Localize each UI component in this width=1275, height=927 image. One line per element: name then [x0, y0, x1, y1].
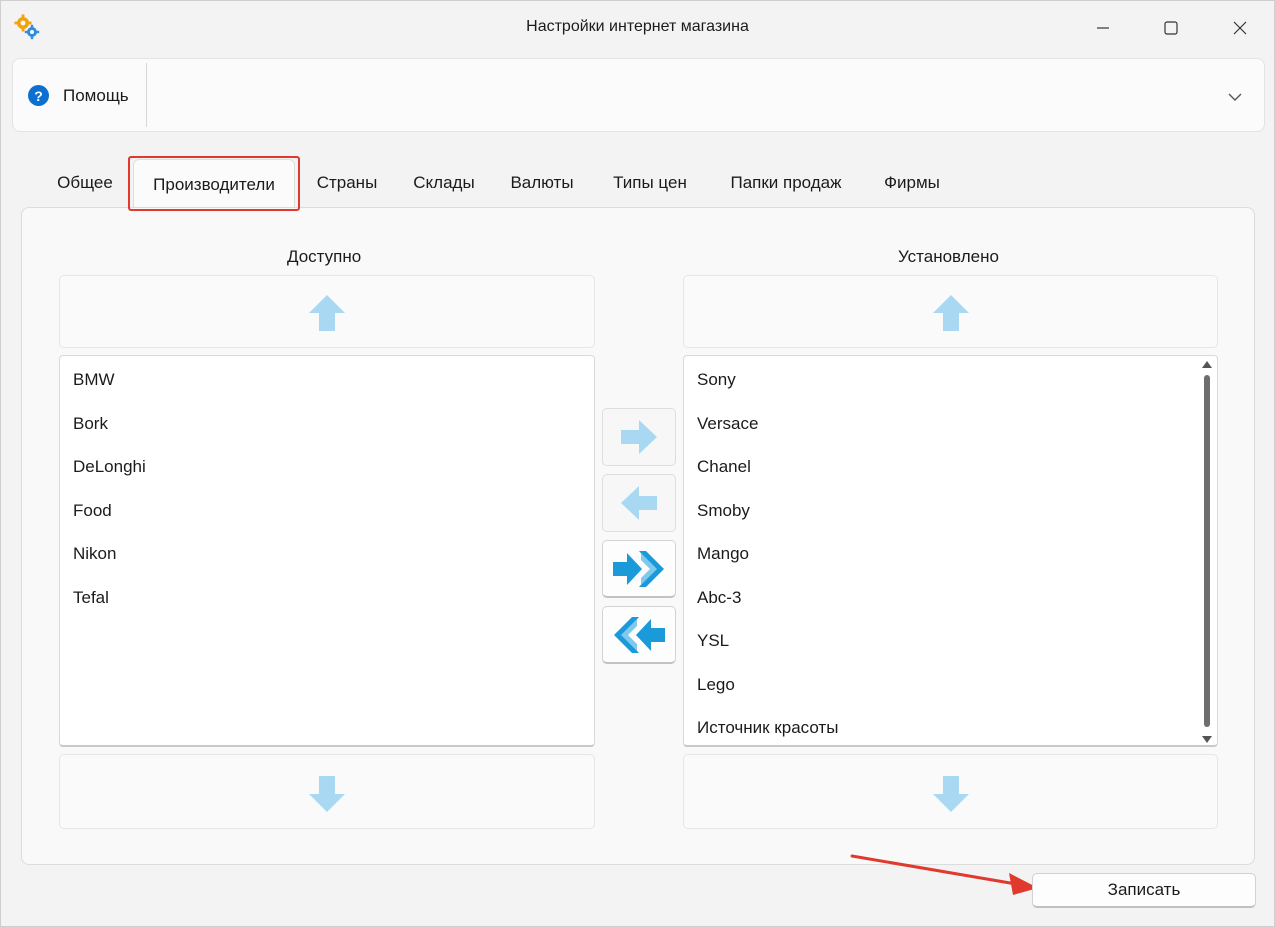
arrow-up-icon [932, 295, 969, 331]
maximize-button[interactable] [1151, 13, 1191, 43]
annotation-arrow-icon [850, 854, 1038, 895]
settings-window: Настройки интернет магазина ? Помощь Общ… [0, 0, 1275, 927]
tab-firms[interactable]: Фирмы [867, 159, 957, 207]
list-item[interactable]: BMW [73, 370, 115, 390]
installed-list[interactable]: Sony Versace Chanel Smoby Mango Abc-3 YS… [683, 355, 1218, 747]
list-item[interactable]: Chanel [697, 457, 751, 477]
installed-title: Установлено [898, 247, 999, 266]
arrow-up-icon [309, 295, 345, 331]
arrow-down-icon [932, 776, 969, 812]
arrow-left-icon [621, 486, 657, 520]
scrollbar-thumb[interactable] [1204, 375, 1210, 727]
arrow-right-icon [621, 420, 657, 454]
tab-manufacturers[interactable]: Производители [133, 159, 295, 209]
add-all-button[interactable] [602, 540, 676, 598]
available-list[interactable]: BMW Bork DeLonghi Food Nikon Tefal [59, 355, 595, 747]
chevron-down-icon[interactable] [1225, 87, 1245, 107]
arrow-down-icon [309, 776, 345, 812]
minimize-icon [1097, 27, 1109, 29]
title-bar: Настройки интернет магазина [1, 1, 1274, 55]
tab-currencies[interactable]: Валюты [495, 159, 589, 207]
list-item[interactable]: Источник красоты [697, 718, 838, 738]
help-label[interactable]: Помощь [63, 86, 129, 106]
list-item[interactable]: Smoby [697, 501, 750, 521]
tab-general[interactable]: Общее [39, 159, 131, 207]
minimize-button[interactable] [1083, 13, 1123, 43]
help-bar: ? Помощь [12, 58, 1265, 132]
list-item[interactable]: Versace [697, 414, 758, 434]
available-move-down-button[interactable] [59, 754, 595, 829]
list-item[interactable]: Abc-3 [697, 588, 741, 608]
list-item[interactable]: YSL [697, 631, 729, 651]
tab-warehouses[interactable]: Склады [399, 159, 489, 207]
tab-countries[interactable]: Страны [301, 159, 393, 207]
list-item[interactable]: Lego [697, 675, 735, 695]
double-arrow-left-icon [614, 616, 665, 653]
tab-sales-folders[interactable]: Папки продаж [711, 159, 861, 207]
list-item[interactable]: Sony [697, 370, 736, 390]
close-icon [1233, 21, 1247, 35]
list-item[interactable]: DeLonghi [73, 457, 146, 477]
list-item[interactable]: Tefal [73, 588, 109, 608]
maximize-icon [1164, 21, 1178, 35]
installed-scrollbar[interactable] [1200, 360, 1214, 744]
add-selected-button[interactable] [602, 408, 676, 466]
list-item[interactable]: Nikon [73, 544, 116, 564]
help-divider [146, 63, 147, 127]
question-circle-icon[interactable]: ? [28, 85, 49, 106]
save-button[interactable]: Записать [1032, 873, 1256, 908]
installed-move-up-button[interactable] [683, 275, 1218, 348]
remove-selected-button[interactable] [602, 474, 676, 532]
list-item[interactable]: Food [73, 501, 112, 521]
remove-all-button[interactable] [602, 606, 676, 664]
tab-price-types[interactable]: Типы цен [595, 159, 705, 207]
installed-move-down-button[interactable] [683, 754, 1218, 829]
double-arrow-right-icon [613, 550, 664, 587]
scroll-up-arrow-icon[interactable] [1202, 361, 1212, 368]
available-move-up-button[interactable] [59, 275, 595, 348]
list-item[interactable]: Bork [73, 414, 108, 434]
scroll-down-arrow-icon[interactable] [1202, 736, 1212, 743]
available-title: Доступно [287, 247, 362, 266]
list-item[interactable]: Mango [697, 544, 749, 564]
close-button[interactable] [1220, 13, 1260, 43]
